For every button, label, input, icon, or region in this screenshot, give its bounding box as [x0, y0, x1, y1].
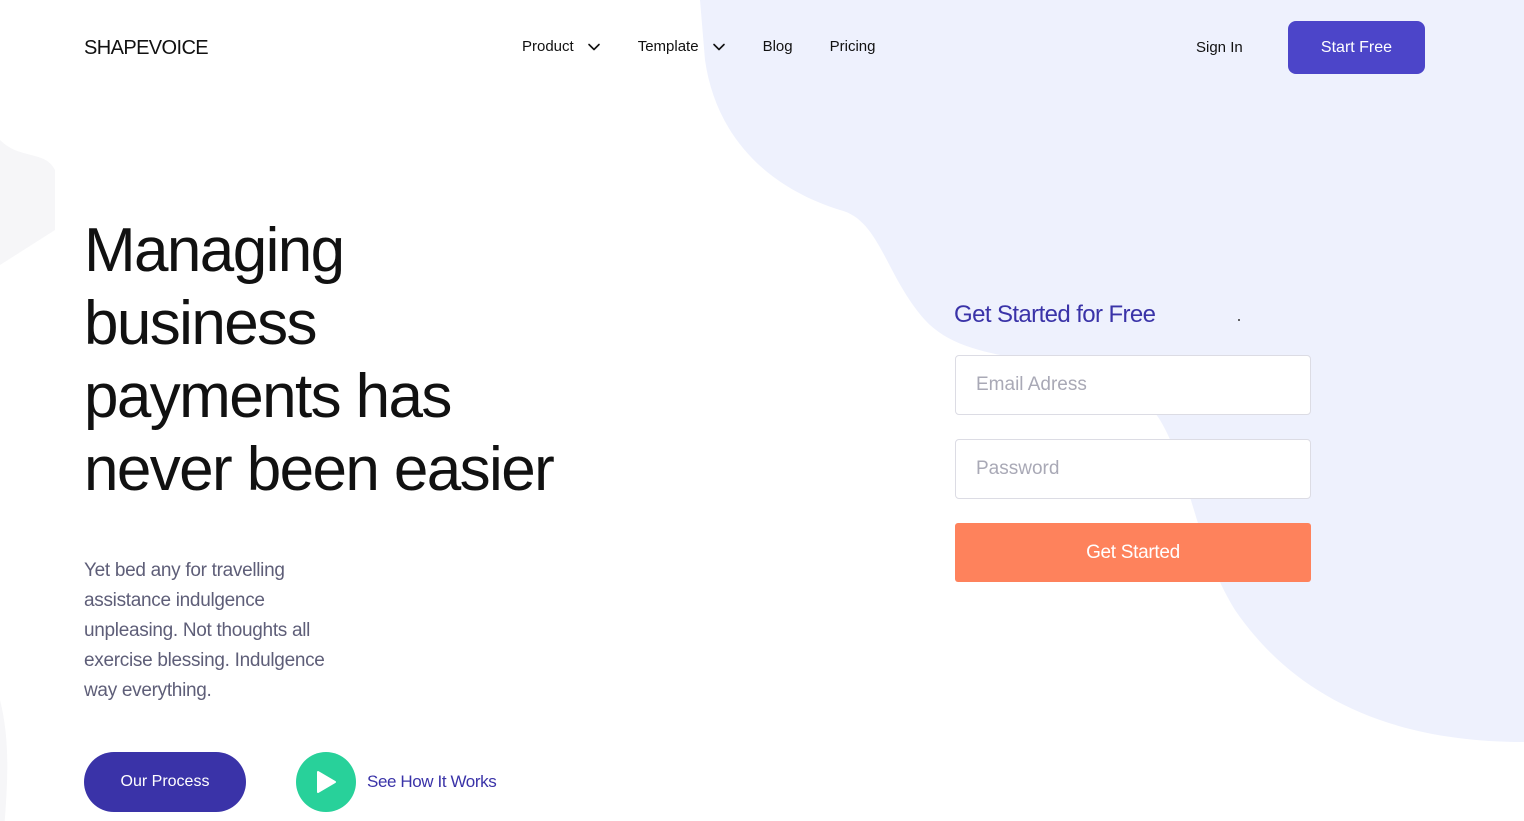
hero-title-line: business — [84, 289, 318, 358]
nav-item-blog[interactable]: Blog — [763, 38, 793, 55]
hero-title: Managing business payments has never bee… — [84, 214, 644, 506]
nav-item-product[interactable]: Product — [522, 38, 602, 55]
hero-description-line: way everything. — [84, 680, 212, 701]
get-started-button[interactable]: Get Started — [955, 523, 1311, 582]
hero-description: Yet bed any for travelling assistance in… — [84, 556, 374, 706]
nav-item-template[interactable]: Template — [638, 38, 727, 55]
hero-description-line: assistance indulgence — [84, 590, 265, 611]
site-header: SHAPEVOICE Product Template Blog Pricing… — [0, 0, 1524, 96]
start-free-button[interactable]: Start Free — [1288, 21, 1425, 74]
hero-title-line: payments has — [84, 362, 452, 431]
see-how-it-works-link[interactable]: See How It Works — [296, 752, 497, 812]
nav-item-label: Template — [637, 38, 699, 55]
play-button[interactable] — [296, 752, 356, 812]
our-process-button[interactable]: Our Process — [84, 752, 246, 812]
nav-item-label: Product — [522, 38, 574, 55]
sign-in-link[interactable]: Sign In — [1196, 39, 1243, 56]
hero-title-line: Managing — [84, 216, 345, 285]
decorative-dot — [1238, 319, 1240, 321]
signup-form-title: Get Started for Free — [954, 301, 1156, 328]
hero-description-line: Yet bed any for travelling — [84, 560, 285, 581]
chevron-down-icon — [587, 43, 600, 50]
password-field[interactable] — [955, 439, 1311, 499]
see-how-it-works-label: See How It Works — [367, 772, 497, 791]
main-nav: Product Template Blog Pricing — [522, 38, 875, 55]
hero-description-line: exercise blessing. Indulgence — [84, 650, 325, 671]
play-icon — [317, 771, 336, 793]
hero-description-line: unpleasing. Not thoughts all — [84, 620, 311, 641]
email-field[interactable] — [955, 355, 1311, 415]
brand-logo[interactable]: SHAPEVOICE — [84, 37, 209, 60]
decorative-side-shape — [0, 140, 55, 821]
nav-item-pricing[interactable]: Pricing — [830, 38, 876, 55]
chevron-down-icon — [712, 43, 725, 50]
hero-title-line: never been easier — [84, 435, 555, 504]
